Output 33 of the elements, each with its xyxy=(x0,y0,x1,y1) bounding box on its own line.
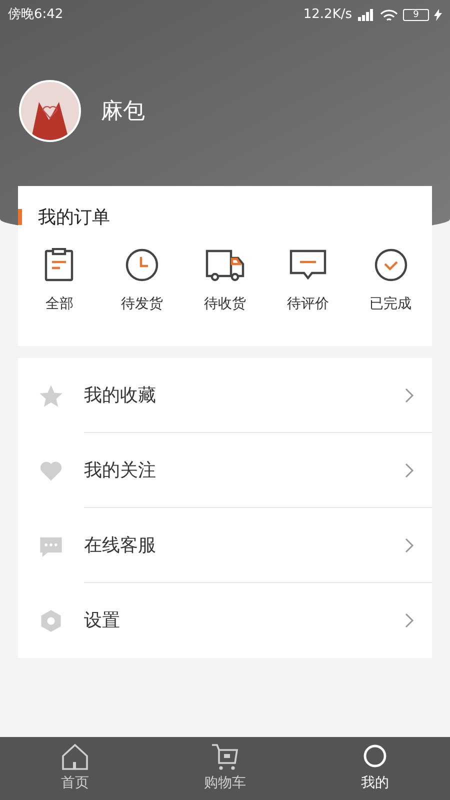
chevron-icon xyxy=(405,388,414,402)
comment-icon xyxy=(288,248,328,282)
menu-item[interactable]: 我的关注 xyxy=(18,433,432,508)
chevron-icon xyxy=(405,613,414,628)
star-icon xyxy=(38,382,64,408)
order-status-button[interactable]: 已完成 xyxy=(349,248,432,315)
battery-icon: 9 xyxy=(403,9,429,21)
nav-tab[interactable]: 首页 xyxy=(0,737,150,800)
chevron-icon xyxy=(405,538,414,552)
menu-label: 我的收藏 xyxy=(84,384,157,408)
charging-icon xyxy=(434,9,442,21)
menu-label: 设置 xyxy=(84,609,121,633)
order-status-button[interactable]: 待发货 xyxy=(100,248,184,315)
menu-item[interactable]: 我的收藏 xyxy=(18,358,432,433)
nav-tab[interactable]: 我的 xyxy=(300,737,450,800)
menu-label: 我的关注 xyxy=(84,458,157,482)
status-time: 傍晚6:42 xyxy=(8,6,64,24)
menu-label: 在线客服 xyxy=(84,534,157,558)
user-name: 麻包 xyxy=(101,98,145,126)
order-status-button[interactable]: 待评价 xyxy=(266,248,350,315)
truck-icon xyxy=(204,248,245,282)
network-speed: 12.2K/s xyxy=(303,6,352,24)
home-icon xyxy=(60,743,90,771)
nav-tab[interactable]: 购物车 xyxy=(150,737,300,800)
order-status-button[interactable]: 全部 xyxy=(18,248,101,315)
orders-title: 我的订单 xyxy=(38,206,110,230)
menu-item[interactable]: 设置 xyxy=(18,583,432,658)
menu-item[interactable]: 在线客服 xyxy=(18,508,432,583)
chevron-icon xyxy=(405,462,414,478)
signal-icon xyxy=(357,9,375,21)
order-status-button[interactable]: 待收货 xyxy=(184,248,266,315)
cart-icon xyxy=(210,743,240,771)
wifi-icon xyxy=(380,8,398,22)
